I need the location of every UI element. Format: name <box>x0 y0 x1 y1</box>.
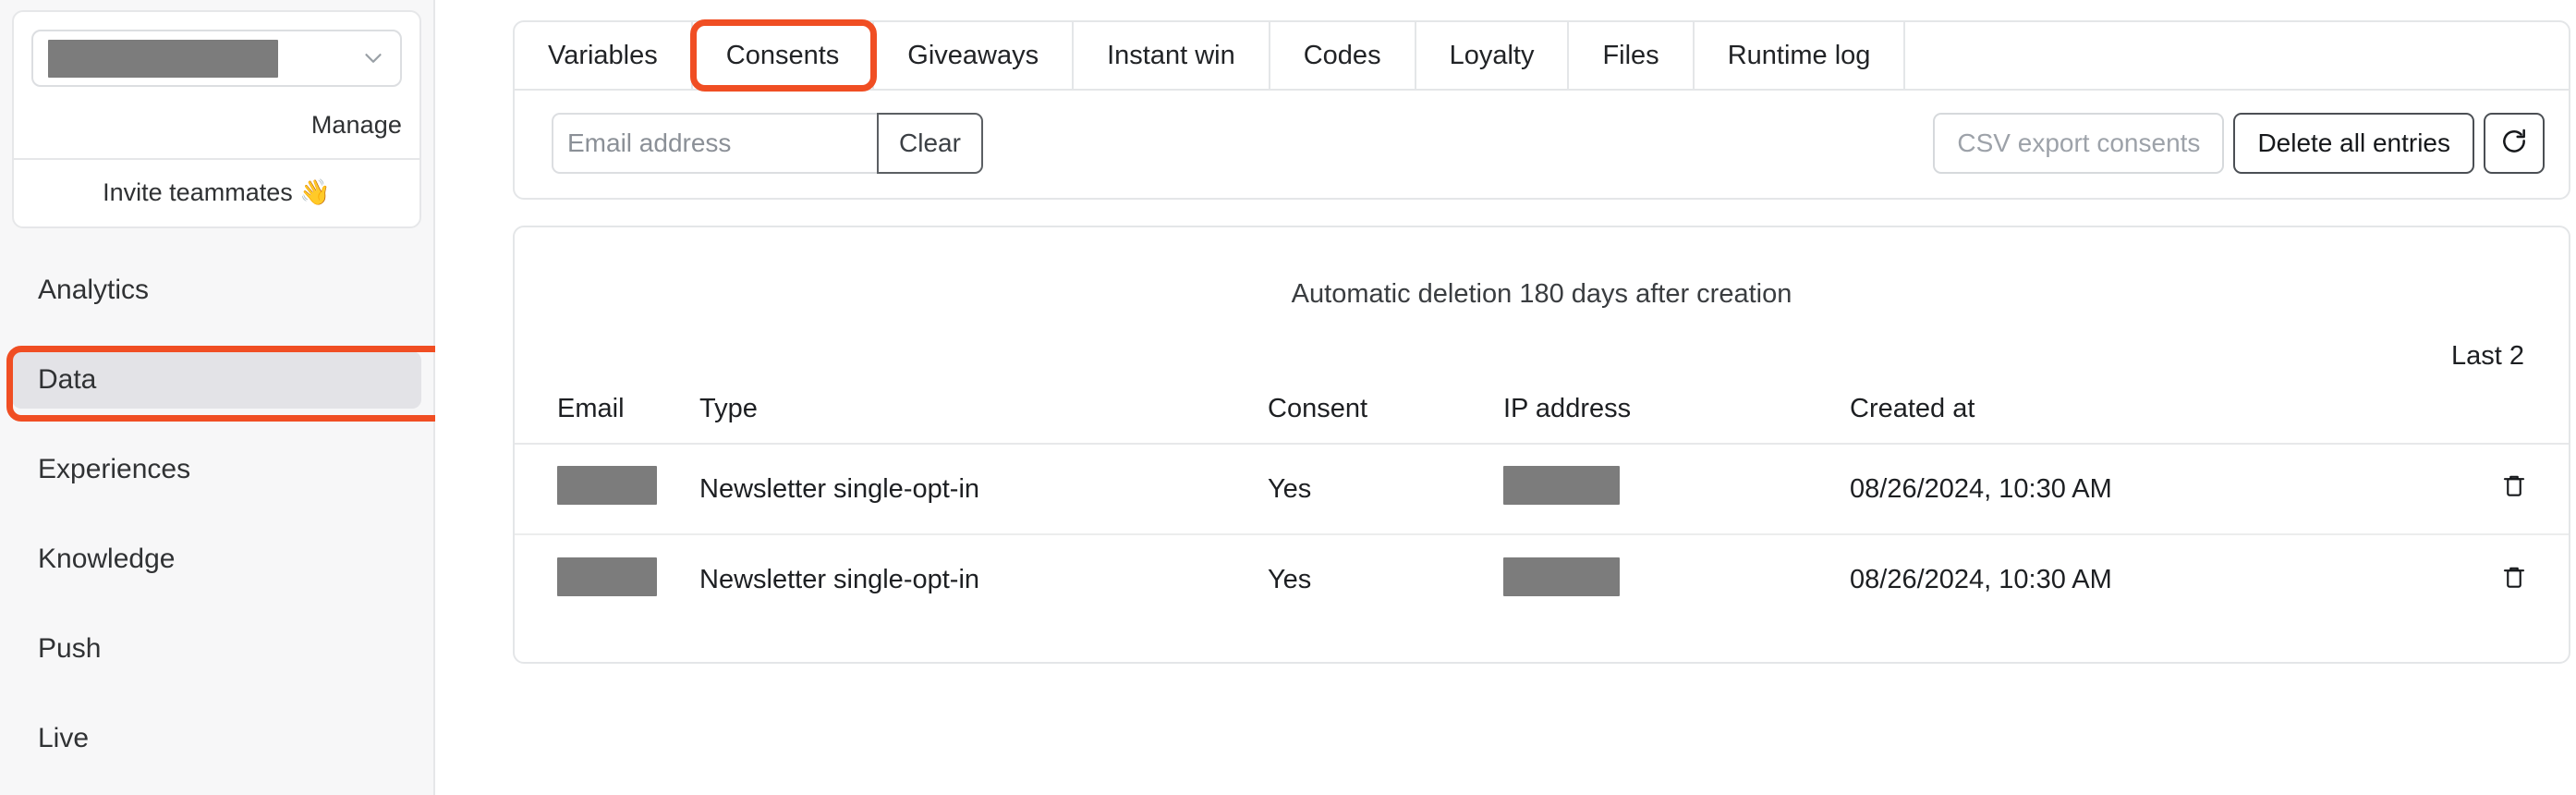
tabs-card: Variables Consents Giveaways Instant win… <box>513 20 2570 200</box>
cell-type: Newsletter single-opt-in <box>699 565 980 594</box>
table-body: Newsletter single-opt-in Yes 08/26/2024,… <box>515 444 2569 625</box>
ip-redacted <box>1503 466 1620 505</box>
consents-toolbar: Email address Clear CSV export consents … <box>515 91 2569 198</box>
sidebar-item-label: Analytics <box>38 275 150 305</box>
column-header-type: Type <box>699 385 1268 445</box>
cell-email <box>515 534 699 625</box>
tab-files[interactable]: Files <box>1569 22 1695 89</box>
tab-label: Variables <box>548 40 658 70</box>
ip-redacted <box>1503 556 1620 596</box>
cell-actions <box>2330 444 2569 535</box>
sidebar-item-label: Experiences <box>38 454 191 484</box>
column-header-created-at: Created at <box>1850 385 2330 445</box>
cell-email <box>515 444 699 535</box>
tab-label: Files <box>1602 40 1659 70</box>
org-name-redacted <box>48 39 278 78</box>
email-redacted <box>557 556 657 596</box>
cell-ip-address <box>1503 534 1850 625</box>
chevron-down-icon[interactable] <box>359 44 387 72</box>
org-card: Manage Invite teammates 👋 <box>12 10 421 228</box>
sidebar-item-label: Data <box>38 364 97 395</box>
entries-count-label: Last 2 <box>2451 341 2524 371</box>
delete-all-label: Delete all entries <box>2257 128 2450 157</box>
tab-label: Giveaways <box>907 40 1039 70</box>
cell-type: Newsletter single-opt-in <box>699 444 1268 535</box>
toolbar-actions: CSV export consents Delete all entries <box>1933 113 2545 174</box>
clear-button-label: Clear <box>899 128 961 157</box>
tab-runtime-log[interactable]: Runtime log <box>1695 22 1906 89</box>
search-input[interactable]: Email address <box>552 113 877 174</box>
tab-loyalty[interactable]: Loyalty <box>1416 22 1570 89</box>
sidebar-item-knowledge[interactable]: Knowledge <box>12 531 421 588</box>
cell-consent: Yes <box>1268 565 1312 594</box>
sidebar-item-label: Knowledge <box>38 544 176 574</box>
tab-strip: Variables Consents Giveaways Instant win… <box>515 22 2569 91</box>
cell-consent: Yes <box>1268 444 1503 535</box>
tab-label: Runtime log <box>1727 40 1871 70</box>
tab-codes[interactable]: Codes <box>1270 22 1416 89</box>
cell-ip-address <box>1503 444 1850 535</box>
auto-deletion-notice: Automatic deletion 180 days after creati… <box>1291 279 1792 309</box>
sidebar-item-label: Push <box>38 633 102 664</box>
sidebar-item-experiences[interactable]: Experiences <box>12 441 421 498</box>
invite-teammates-link[interactable]: Invite teammates 👋 <box>14 160 419 226</box>
tab-label: Consents <box>725 40 840 70</box>
main-content: Variables Consents Giveaways Instant win… <box>435 0 2576 795</box>
delete-all-entries-button[interactable]: Delete all entries <box>2233 113 2474 174</box>
csv-export-label: CSV export consents <box>1957 128 2201 157</box>
sidebar-nav: Analytics Data Experiences Knowledge Pus… <box>0 262 433 767</box>
org-card-top <box>14 12 419 98</box>
tab-giveaways[interactable]: Giveaways <box>874 22 1075 89</box>
table-head: Email Type Consent IP address Created at <box>515 385 2569 445</box>
email-filter-group: Email address Clear <box>552 113 983 174</box>
column-header-ip-address: IP address <box>1503 385 1850 445</box>
tab-label: Codes <box>1303 40 1381 70</box>
column-header-consent: Consent <box>1268 385 1503 445</box>
sidebar-item-label: Live <box>38 723 90 753</box>
column-header-actions <box>2330 385 2569 445</box>
sidebar-item-analytics[interactable]: Analytics <box>12 262 421 319</box>
cell-actions <box>2330 534 2569 625</box>
sidebar: Manage Invite teammates 👋 Analytics Data… <box>0 0 449 795</box>
sidebar-item-data[interactable]: Data <box>12 351 421 409</box>
csv-export-consents-button[interactable]: CSV export consents <box>1933 113 2225 174</box>
table-header-row: Email Type Consent IP address Created at <box>515 385 2569 445</box>
trash-icon[interactable] <box>2500 563 2528 591</box>
cell-created-at: 08/26/2024, 10:30 AM <box>1850 444 2330 535</box>
search-input-placeholder: Email address <box>567 128 732 157</box>
consents-table-card: Automatic deletion 180 days after creati… <box>513 226 2570 664</box>
app-root: Manage Invite teammates 👋 Analytics Data… <box>0 0 2576 795</box>
tab-instant-win[interactable]: Instant win <box>1074 22 1270 89</box>
org-selector[interactable] <box>31 30 402 87</box>
manage-link[interactable]: Manage <box>14 98 419 158</box>
tab-label: Instant win <box>1107 40 1235 70</box>
column-header-email: Email <box>515 385 699 445</box>
clear-button[interactable]: Clear <box>877 113 983 174</box>
email-redacted <box>557 466 657 505</box>
consents-table: Email Type Consent IP address Created at… <box>515 385 2569 625</box>
tab-variables[interactable]: Variables <box>515 22 693 89</box>
table-row: Newsletter single-opt-in Yes 08/26/2024,… <box>515 444 2569 535</box>
refresh-icon <box>2499 127 2529 161</box>
table-row: Newsletter single-opt-in Yes 08/26/2024,… <box>515 534 2569 625</box>
tab-label: Loyalty <box>1449 40 1535 70</box>
cell-created-at: 08/26/2024, 10:30 AM <box>1850 565 2112 594</box>
sidebar-item-push[interactable]: Push <box>12 620 421 678</box>
sidebar-item-live[interactable]: Live <box>12 710 421 767</box>
refresh-button[interactable] <box>2484 113 2545 174</box>
trash-icon[interactable] <box>2500 471 2528 499</box>
tab-consents[interactable]: Consents <box>693 22 875 89</box>
